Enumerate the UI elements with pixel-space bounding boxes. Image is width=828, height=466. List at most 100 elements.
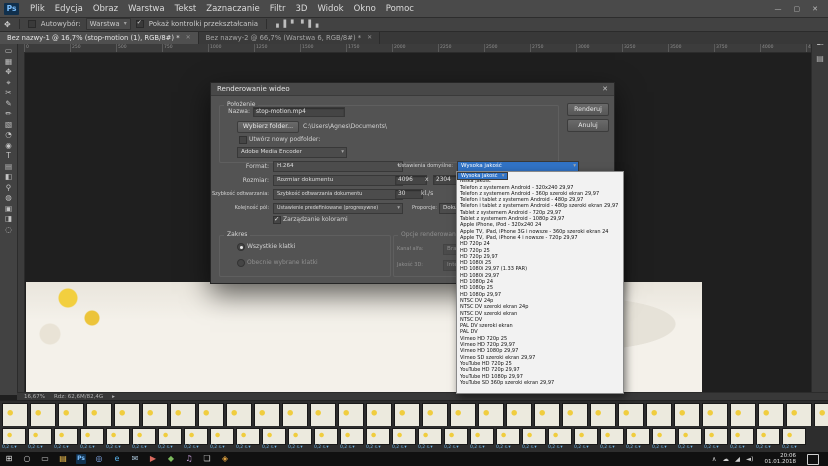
frame-thumbnail[interactable]	[600, 428, 624, 445]
menu-item[interactable]: Widok	[312, 4, 348, 14]
menu-item[interactable]: Edycja	[50, 4, 88, 14]
tool-icon[interactable]: ◔	[2, 131, 15, 139]
frame-thumbnail[interactable]	[158, 428, 182, 445]
tool-icon[interactable]: ⌖	[2, 79, 15, 87]
frame-thumbnail[interactable]	[574, 428, 598, 445]
menu-item[interactable]: Okno	[349, 4, 381, 14]
frame-thumbnail[interactable]	[210, 428, 234, 445]
preset-option[interactable]: YouTube SD 360p szeroki ekran 29,97	[457, 380, 623, 386]
timeline-frame[interactable]	[226, 403, 252, 426]
frame-thumbnail[interactable]	[626, 428, 650, 445]
menu-item[interactable]: Tekst	[170, 4, 202, 14]
frame-duration-label[interactable]: 0,2 s.▾	[418, 445, 442, 451]
taskbar-clock[interactable]: 20:06 01.01.2018	[760, 453, 802, 465]
timeline-frame[interactable]: 0,2 s.▾	[730, 428, 754, 452]
tray-icon[interactable]: ◢	[735, 455, 740, 463]
tool-icon[interactable]: ▦	[2, 58, 15, 66]
tool-icon[interactable]: ▤	[2, 163, 15, 171]
frame-duration-label[interactable]: 0,2 s.▾	[496, 445, 520, 451]
align-icon[interactable]: ▗	[312, 20, 319, 28]
frame-thumbnail[interactable]	[522, 428, 546, 445]
subfolder-checkbox[interactable]	[239, 136, 247, 144]
timeline-frame[interactable]: 0,2 s.▾	[340, 428, 364, 452]
encoder-select[interactable]: Adobe Media Encoder	[237, 147, 347, 158]
frame-duration-label[interactable]: 0,2 s.▾	[262, 445, 286, 451]
fps-input[interactable]: 30	[395, 189, 423, 199]
taskbar-app-icon[interactable]: e	[108, 452, 126, 466]
timeline-frame[interactable]	[170, 403, 196, 426]
window-control-icon[interactable]: ▢	[794, 5, 801, 13]
align-icon[interactable]: ▌	[282, 20, 289, 28]
timeline-frame[interactable]	[58, 403, 84, 426]
frame-duration-label[interactable]: 0,2 s.▾	[548, 445, 572, 451]
autoselect-checkbox[interactable]	[28, 20, 36, 28]
move-tool-icon[interactable]: ✥	[4, 20, 11, 29]
frame-duration-label[interactable]: 0,2 s.▾	[80, 445, 104, 451]
frame-duration-label[interactable]: 0,2 s.▾	[158, 445, 182, 451]
timeline-frame[interactable]	[310, 403, 336, 426]
frame-duration-label[interactable]: 0,2 s.▾	[132, 445, 156, 451]
frame-duration-label[interactable]: 0,2 s.▾	[340, 445, 364, 451]
taskbar-app-icon[interactable]: ♫	[180, 452, 198, 466]
timeline-frame[interactable]: 0,2 s.▾	[496, 428, 520, 452]
taskbar-app-icon[interactable]: ▭	[36, 452, 54, 466]
frame-thumbnail[interactable]	[730, 428, 754, 445]
document-tab-active[interactable]: Bez nazwy-1 @ 16,7% (stop-motion (1), RG…	[0, 31, 199, 44]
align-icon[interactable]: ▘	[290, 20, 297, 28]
timeline-frame[interactable]: 0,2 s.▾	[262, 428, 286, 452]
close-tab-icon[interactable]: ✕	[186, 34, 191, 41]
size-select[interactable]: Rozmiar dokumentu	[273, 175, 403, 186]
frame-duration-label[interactable]: 0,2 s.▾	[470, 445, 494, 451]
timeline-frame[interactable]	[86, 403, 112, 426]
frame-thumbnail[interactable]	[392, 428, 416, 445]
frame-thumbnail[interactable]	[236, 428, 260, 445]
frame-thumbnail[interactable]	[756, 428, 780, 445]
dialog-title-bar[interactable]: Renderowanie wideo ✕	[211, 83, 614, 96]
selected-frames-radio[interactable]	[237, 259, 245, 267]
tool-icon[interactable]: ✏	[2, 110, 15, 118]
taskbar-app-icon[interactable]: ◎	[90, 452, 108, 466]
frame-duration-label[interactable]: 0,2 s.▾	[756, 445, 780, 451]
timeline-frame[interactable]	[506, 403, 532, 426]
align-icon[interactable]: ▐	[305, 20, 312, 28]
tool-icon[interactable]: T	[2, 152, 15, 160]
timeline-frame[interactable]	[2, 403, 28, 426]
timeline-frame[interactable]: 0,2 s.▾	[2, 428, 26, 452]
frame-thumbnail[interactable]	[704, 428, 728, 445]
menu-item[interactable]: Obraz	[88, 4, 123, 14]
window-control-icon[interactable]: —	[775, 5, 782, 13]
timeline-frame[interactable]	[478, 403, 504, 426]
frame-duration-label[interactable]: 0,2 s.▾	[782, 445, 806, 451]
frame-duration-label[interactable]: 0,2 s.▾	[106, 445, 130, 451]
menu-item[interactable]: Filtr	[265, 4, 291, 14]
frame-thumbnail[interactable]	[184, 428, 208, 445]
align-icon[interactable]: ▝	[297, 20, 304, 28]
timeline-frame[interactable]	[702, 403, 728, 426]
timeline-frame[interactable]: 0,2 s.▾	[756, 428, 780, 452]
frame-thumbnail[interactable]	[444, 428, 468, 445]
frame-duration-label[interactable]: 0,2 s.▾	[392, 445, 416, 451]
frame-thumbnail[interactable]	[80, 428, 104, 445]
align-icon[interactable]: ▖	[275, 20, 282, 28]
frame-duration-label[interactable]: 0,2 s.▾	[366, 445, 390, 451]
tool-icon[interactable]: ✎	[2, 100, 15, 108]
frame-duration-label[interactable]: 0,2 s.▾	[574, 445, 598, 451]
preset-option[interactable]: Wysoka jakość	[457, 172, 508, 180]
all-frames-radio[interactable]	[237, 243, 245, 251]
frame-duration-label[interactable]: 0,2 s.▾	[522, 445, 546, 451]
timeline-frame[interactable]: 0,2 s.▾	[548, 428, 572, 452]
timeline-frame[interactable]: 0,2 s.▾	[80, 428, 104, 452]
frame-duration-label[interactable]: 0,2 s.▾	[652, 445, 676, 451]
document-tab-inactive[interactable]: Bez nazwy-2 @ 66,7% (Warstwa 6, RGB/8#) …	[199, 31, 381, 44]
timeline-frame[interactable]: 0,2 s.▾	[28, 428, 52, 452]
timeline-frame[interactable]: 0,2 s.▾	[314, 428, 338, 452]
frame-thumbnail[interactable]	[782, 428, 806, 445]
timeline-frame[interactable]	[534, 403, 560, 426]
frame-duration-label[interactable]: 0,2 s.▾	[210, 445, 234, 451]
frame-duration-label[interactable]: 0,2 s.▾	[236, 445, 260, 451]
frame-thumbnail[interactable]	[314, 428, 338, 445]
timeline-frame[interactable]	[338, 403, 364, 426]
tool-icon[interactable]: ◍	[2, 194, 15, 202]
menu-item[interactable]: Zaznaczanie	[201, 4, 264, 14]
timeline-frame[interactable]: 0,2 s.▾	[132, 428, 156, 452]
